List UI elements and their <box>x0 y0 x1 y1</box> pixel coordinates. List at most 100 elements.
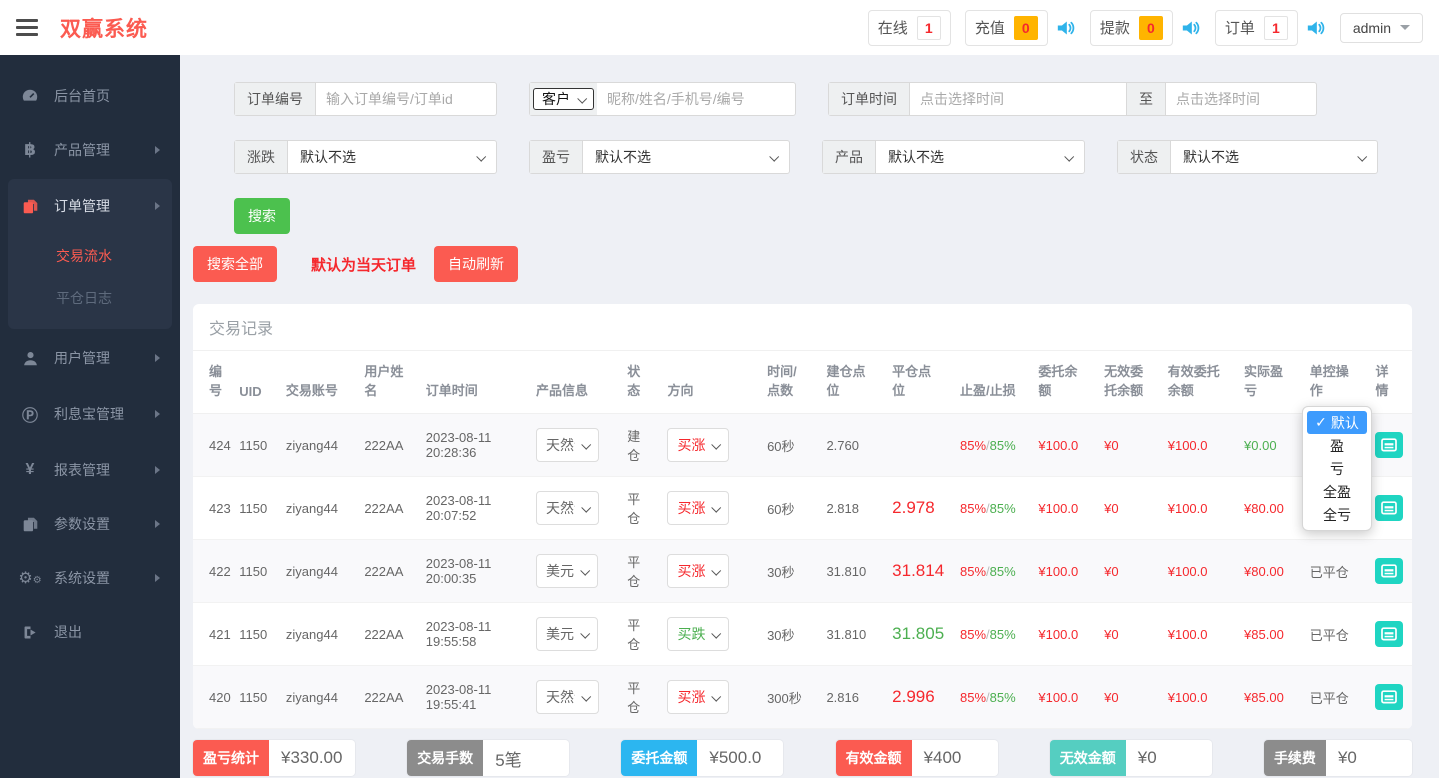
speaker-icon[interactable] <box>1306 19 1326 37</box>
control-option-label: 盈 <box>1330 436 1344 456</box>
customer-type-value: 客户 <box>542 89 570 109</box>
auto-refresh-button[interactable]: 自动刷新 <box>434 246 518 282</box>
product-select[interactable]: 默认不选 <box>876 141 1084 173</box>
control-option-全亏[interactable]: 全亏 <box>1307 503 1367 526</box>
search-all-button[interactable]: 搜索全部 <box>193 246 277 282</box>
product-row-select[interactable]: 天然气 <box>536 491 599 525</box>
sidebar-item-label: 系统设置 <box>54 568 110 588</box>
cell-account: ziyang44 <box>280 666 358 729</box>
chevron-down-icon <box>769 151 779 161</box>
cell-tp-sl: 85%/85% <box>954 666 1032 729</box>
counter-value: 0 <box>1139 16 1163 40</box>
control-option-默认[interactable]: ✓默认 <box>1307 411 1367 434</box>
sidebar-item-products[interactable]: ฿产品管理 <box>0 123 180 177</box>
product-row-value: 天然气 <box>546 435 575 455</box>
column-header: 订单时间 <box>420 351 530 414</box>
direction-row-select[interactable]: 买涨 <box>667 554 729 588</box>
cell-invalid-entrust-value: ¥0 <box>1104 438 1118 453</box>
speaker-icon[interactable] <box>1181 19 1201 37</box>
cell-id-value: 421 <box>209 627 231 642</box>
cell-close-point: 2.978 <box>886 477 954 540</box>
detail-button[interactable] <box>1375 621 1403 647</box>
sidebar-item-users[interactable]: 用户管理 <box>0 331 180 385</box>
direction-row-select[interactable]: 买跌 <box>667 617 729 651</box>
counter-提款[interactable]: 提款0 <box>1090 10 1173 46</box>
column-header: 交易账号 <box>280 351 358 414</box>
direction-row-select[interactable]: 买涨 <box>667 680 729 714</box>
counter-订单[interactable]: 订单1 <box>1215 10 1298 46</box>
rise-fall-select[interactable]: 默认不选 <box>288 141 496 173</box>
filter-product: 产品 默认不选 <box>822 140 1085 174</box>
cell-direction: 买涨 <box>661 540 761 603</box>
sidebar-item-reports[interactable]: ¥报表管理 <box>0 443 180 497</box>
control-option-盈[interactable]: 盈 <box>1307 434 1367 457</box>
customer-search-input[interactable] <box>597 83 795 115</box>
cell-duration-value: 30秒 <box>767 628 794 643</box>
detail-button[interactable] <box>1375 432 1403 458</box>
sidebar-subitem-trade-flow[interactable]: 交易流水 <box>8 235 172 277</box>
column-header: 产品信息 <box>530 351 621 414</box>
profit-loss-select[interactable]: 默认不选 <box>583 141 789 173</box>
control-option-label: 亏 <box>1330 459 1344 479</box>
cell-valid-entrust: ¥100.0 <box>1162 477 1238 540</box>
cell-actual-profit-value: ¥80.00 <box>1244 564 1284 579</box>
column-header: 详 情 <box>1369 351 1412 414</box>
chevron-down-icon <box>581 691 591 701</box>
cell-open-point-value: 31.810 <box>826 564 866 579</box>
customer-type-select[interactable]: 客户 <box>533 88 594 110</box>
sidebar-item-params[interactable]: 参数设置 <box>0 497 180 551</box>
sidebar-subitem-close-log[interactable]: 平仓日志 <box>8 277 172 319</box>
sidebar-item-dashboard[interactable]: 后台首页 <box>0 69 180 123</box>
cell-entrust-balance-value: ¥100.0 <box>1038 438 1078 453</box>
detail-button[interactable] <box>1375 684 1403 710</box>
topbar-badges: 在线1 充值0 提款0 订单1 admin <box>868 10 1423 46</box>
summary-label: 委托金额 <box>621 740 697 776</box>
chevron-down-icon <box>476 151 486 161</box>
order-no-input[interactable] <box>316 83 496 115</box>
sidebar-item-system[interactable]: ⚙⚙系统设置 <box>0 551 180 605</box>
control-option-亏[interactable]: 亏 <box>1307 457 1367 480</box>
chevron-down-icon <box>712 565 722 575</box>
product-row-select[interactable]: 美元 <box>536 617 598 651</box>
chevron-right-icon <box>155 146 160 154</box>
product-row-select[interactable]: 美元 <box>536 554 598 588</box>
cell-uid: 1150 <box>233 477 280 540</box>
time-from-input[interactable] <box>910 83 1126 115</box>
cell-tp-sl: 85%/85% <box>954 414 1032 477</box>
cell-actual-profit-value: ¥85.00 <box>1244 627 1284 642</box>
cell-id: 424 <box>193 414 233 477</box>
detail-button[interactable] <box>1375 558 1403 584</box>
summary-value: ¥500.0 <box>697 740 783 776</box>
cell-close-point-value: 31.814 <box>892 561 944 580</box>
user-menu[interactable]: admin <box>1340 13 1423 43</box>
speaker-icon[interactable] <box>1056 19 1076 37</box>
column-header: 方向 <box>661 351 761 414</box>
check-icon: ✓ <box>1315 414 1327 431</box>
cell-id: 420 <box>193 666 233 729</box>
cell-product: 美元 <box>530 603 621 666</box>
time-to-input[interactable] <box>1166 83 1316 115</box>
counter-在线[interactable]: 在线1 <box>868 10 951 46</box>
chevron-down-icon <box>1357 151 1367 161</box>
sidebar-item-orders[interactable]: 订单管理 <box>8 179 172 233</box>
direction-row-select[interactable]: 买涨 <box>667 491 729 525</box>
column-header: 无效委 托余额 <box>1098 351 1162 414</box>
cell-duration-value: 60秒 <box>767 439 794 454</box>
sidebar-item-interest[interactable]: Ⓟ利息宝管理 <box>0 385 180 443</box>
summary-chip: 委托金额¥500.0 <box>621 740 783 776</box>
status-select[interactable]: 默认不选 <box>1171 141 1377 173</box>
sidebar-item-logout[interactable]: 退出 <box>0 605 180 659</box>
summary-chip: 交易手数5笔 <box>407 740 569 776</box>
direction-row-select[interactable]: 买涨 <box>667 428 729 462</box>
control-option-全盈[interactable]: 全盈 <box>1307 480 1367 503</box>
cell-uid: 1150 <box>233 414 280 477</box>
product-row-select[interactable]: 天然气 <box>536 428 599 462</box>
cell-name: 222AA <box>358 666 419 729</box>
menu-toggle-icon[interactable] <box>16 19 38 36</box>
detail-button[interactable] <box>1375 495 1403 521</box>
summary-label: 手续费 <box>1264 740 1326 776</box>
search-button[interactable]: 搜索 <box>234 198 290 234</box>
counter-充值[interactable]: 充值0 <box>965 10 1048 46</box>
product-label: 产品 <box>823 141 876 173</box>
product-row-select[interactable]: 天然气 <box>536 680 599 714</box>
